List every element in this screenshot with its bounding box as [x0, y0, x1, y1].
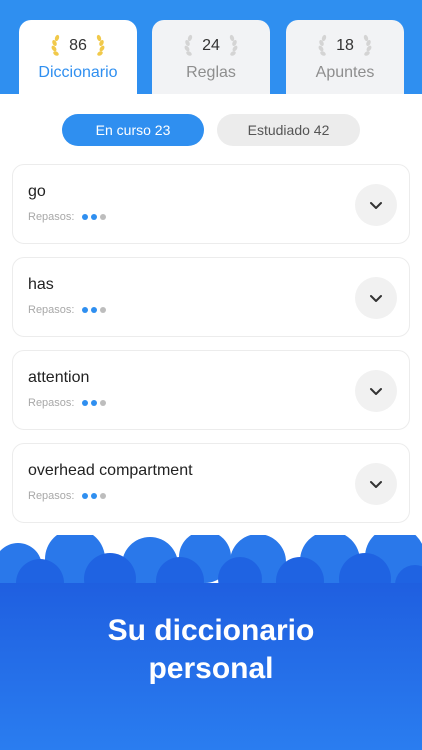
filter-in-progress-button[interactable]: En curso 23	[62, 114, 204, 146]
filter-studied-button[interactable]: Estudiado 42	[217, 114, 360, 146]
reviews-label: Repasos:	[28, 490, 75, 502]
reviews-row: Repasos:	[28, 211, 107, 223]
review-progress	[82, 493, 107, 499]
word-text: overhead compartment	[28, 462, 193, 479]
banner-title: Su diccionario personal	[0, 612, 422, 688]
review-dot	[100, 214, 107, 220]
review-dot	[91, 493, 98, 499]
banner-title-line: Su diccionario	[107, 614, 315, 647]
tab-dictionary[interactable]: 86 Diccionario	[19, 20, 137, 94]
laurel-icon	[51, 34, 60, 56]
reviews-row: Repasos:	[28, 304, 107, 316]
expand-button[interactable]	[355, 184, 397, 226]
expand-button[interactable]	[355, 463, 397, 505]
laurel-icon	[184, 34, 193, 56]
status-filter: En curso 23 Estudiado 42	[0, 114, 422, 146]
tab-label: Reglas	[186, 64, 236, 81]
tab-count: 86	[69, 37, 87, 54]
review-dot	[82, 307, 89, 313]
tab-count: 24	[202, 37, 220, 54]
review-dot	[91, 400, 98, 406]
chevron-down-icon	[370, 202, 382, 209]
expand-button[interactable]	[355, 370, 397, 412]
word-text: attention	[28, 369, 90, 386]
review-dot	[82, 400, 89, 406]
list-item[interactable]: has Repasos:	[12, 257, 410, 337]
tab-label: Apuntes	[315, 64, 375, 81]
list-item[interactable]: attention Repasos:	[12, 350, 410, 430]
review-dot	[100, 307, 107, 313]
review-progress	[82, 307, 107, 313]
review-dot	[82, 493, 89, 499]
tab-label: Diccionario	[38, 64, 118, 81]
review-dot	[100, 400, 107, 406]
tab-rules[interactable]: 24 Reglas	[152, 20, 270, 94]
tab-count: 18	[336, 37, 354, 54]
reviews-label: Repasos:	[28, 304, 75, 316]
banner-title-line: personal	[148, 652, 274, 685]
review-dot	[91, 214, 98, 220]
reviews-row: Repasos:	[28, 490, 107, 502]
laurel-icon	[318, 34, 327, 56]
review-dot	[82, 214, 89, 220]
chevron-down-icon	[370, 388, 382, 395]
reviews-label: Repasos:	[28, 211, 75, 223]
word-text: go	[28, 183, 46, 200]
review-progress	[82, 400, 107, 406]
tab-bar: 86 Diccionario 24 Reglas 18 Apuntes	[0, 20, 422, 94]
review-dot	[100, 493, 107, 499]
reviews-label: Repasos:	[28, 397, 75, 409]
review-progress	[82, 214, 107, 220]
expand-button[interactable]	[355, 277, 397, 319]
list-item[interactable]: overhead compartment Repasos:	[12, 443, 410, 523]
chevron-down-icon	[370, 481, 382, 488]
word-text: has	[28, 276, 54, 293]
laurel-icon	[229, 34, 238, 56]
list-item[interactable]: go Repasos:	[12, 164, 410, 244]
laurel-icon	[363, 34, 372, 56]
chevron-down-icon	[370, 295, 382, 302]
review-dot	[91, 307, 98, 313]
laurel-icon	[96, 34, 105, 56]
tab-notes[interactable]: 18 Apuntes	[286, 20, 404, 94]
reviews-row: Repasos:	[28, 397, 107, 409]
